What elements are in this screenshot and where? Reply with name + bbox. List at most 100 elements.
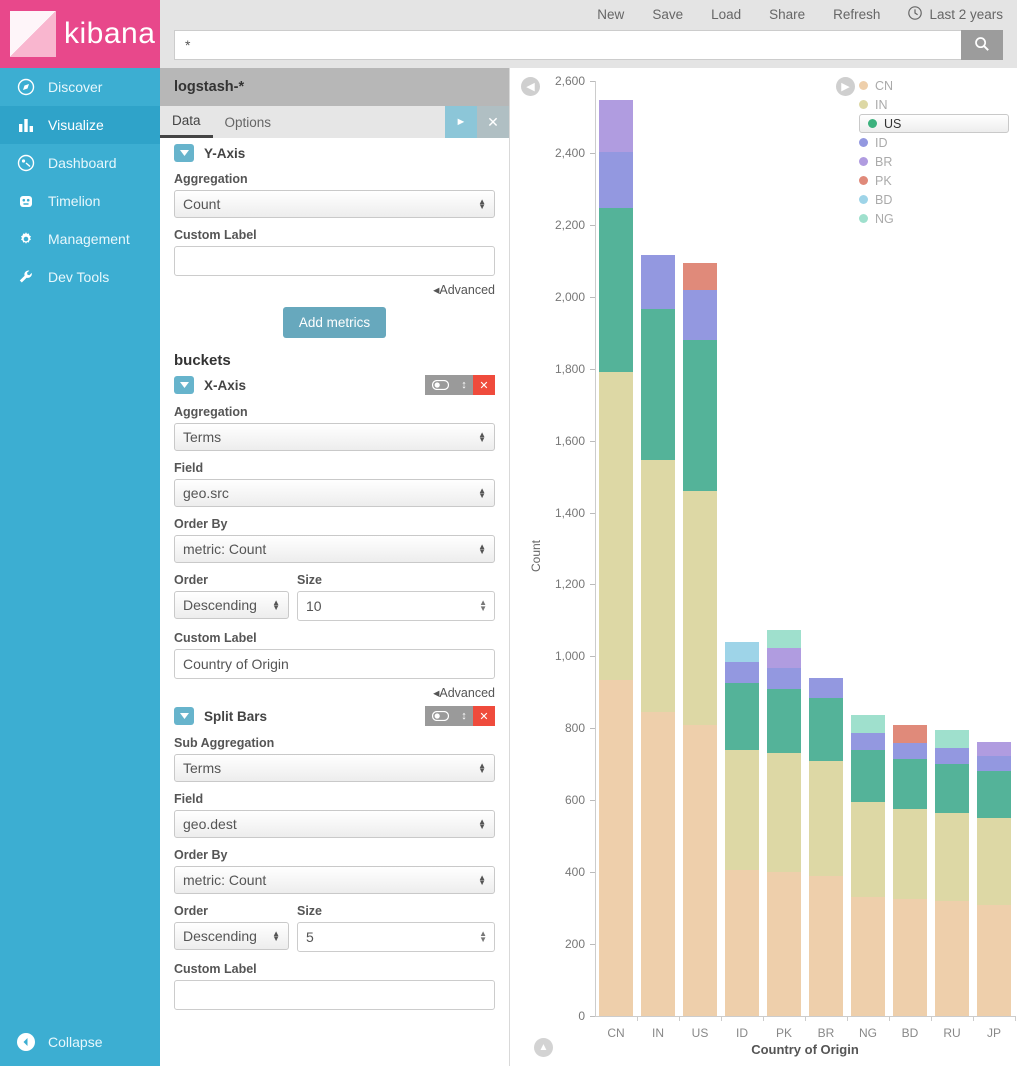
bar-segment-us[interactable]	[683, 340, 717, 491]
add-metrics-button[interactable]: Add metrics	[283, 307, 386, 338]
bar-segment-cn[interactable]	[851, 897, 885, 1016]
bar-segment-br[interactable]	[977, 742, 1011, 756]
move-splitbars-bucket-button[interactable]: ↕	[455, 706, 473, 726]
bar-stack-bd[interactable]	[893, 883, 927, 1016]
bar-segment-us[interactable]	[767, 689, 801, 754]
bar-segment-pk[interactable]	[683, 263, 717, 290]
splitbars-aggregation-select[interactable]: Terms ▲▼	[174, 754, 495, 782]
bar-segment-cn[interactable]	[977, 905, 1011, 1016]
tab-options[interactable]: Options	[213, 106, 284, 138]
bar-stack-ng[interactable]	[851, 881, 885, 1016]
bar-stack-cn[interactable]	[599, 100, 633, 1016]
remove-splitbars-bucket-button[interactable]: ✕	[473, 706, 495, 726]
search-button[interactable]	[961, 30, 1003, 60]
bar-segment-pk[interactable]	[893, 725, 927, 743]
bar-segment-in[interactable]	[851, 802, 885, 897]
bar-segment-in[interactable]	[599, 372, 633, 679]
bar-segment-cn[interactable]	[599, 680, 633, 1016]
bar-segment-cn[interactable]	[893, 899, 927, 1016]
tab-data[interactable]: Data	[160, 106, 213, 138]
time-picker-button[interactable]: Last 2 years	[908, 6, 1003, 23]
bucket-splitbars-header[interactable]: Split Bars ↕ ✕	[174, 706, 495, 726]
bar-segment-id[interactable]	[977, 756, 1011, 771]
bar-segment-in[interactable]	[641, 460, 675, 712]
bar-segment-us[interactable]	[935, 764, 969, 813]
bar-segment-cn[interactable]	[725, 870, 759, 1016]
bar-segment-id[interactable]	[767, 668, 801, 689]
nav-save-button[interactable]: Save	[652, 7, 683, 22]
xaxis-field-select[interactable]: geo.src ▲▼	[174, 479, 495, 507]
bar-segment-in[interactable]	[725, 750, 759, 870]
apply-changes-button[interactable]: ►	[445, 106, 477, 138]
nav-share-button[interactable]: Share	[769, 7, 805, 22]
bar-segment-id[interactable]	[641, 255, 675, 309]
bar-segment-in[interactable]	[935, 813, 969, 901]
bar-stack-ru[interactable]	[935, 885, 969, 1016]
bar-segment-in[interactable]	[809, 761, 843, 876]
bar-segment-us[interactable]	[725, 683, 759, 750]
bar-segment-ng[interactable]	[935, 730, 969, 748]
bar-segment-cn[interactable]	[935, 901, 969, 1016]
toggle-xaxis-enabled-button[interactable]	[425, 375, 455, 395]
bar-stack-br[interactable]	[809, 852, 843, 1016]
bar-segment-id[interactable]	[851, 733, 885, 750]
bar-segment-us[interactable]	[809, 698, 843, 761]
bar-segment-in[interactable]	[893, 809, 927, 899]
move-xaxis-bucket-button[interactable]: ↕	[455, 375, 473, 395]
bar-segment-ng[interactable]	[851, 715, 885, 732]
xaxis-advanced-toggle[interactable]: ◂Advanced	[174, 685, 495, 700]
remove-xaxis-bucket-button[interactable]: ✕	[473, 375, 495, 395]
number-stepper-icon[interactable]: ▲▼	[479, 931, 487, 943]
bar-segment-us[interactable]	[851, 750, 885, 802]
bar-segment-in[interactable]	[683, 491, 717, 725]
splitbars-orderby-select[interactable]: metric: Count ▲▼	[174, 866, 495, 894]
bucket-xaxis-header[interactable]: X-Axis ↕ ✕	[174, 375, 495, 395]
sidebar-item-dashboard[interactable]: Dashboard	[0, 144, 160, 182]
bar-segment-ng[interactable]	[767, 630, 801, 648]
bar-segment-us[interactable]	[641, 309, 675, 460]
nav-new-button[interactable]: New	[597, 7, 624, 22]
bar-segment-cn[interactable]	[641, 712, 675, 1016]
bar-segment-br[interactable]	[767, 648, 801, 668]
bar-segment-in[interactable]	[767, 753, 801, 872]
bar-segment-id[interactable]	[809, 678, 843, 698]
sidebar-collapse-button[interactable]: Collapse	[0, 1032, 160, 1052]
bar-segment-bd[interactable]	[725, 642, 759, 662]
bar-segment-in[interactable]	[977, 818, 1011, 904]
sidebar-item-dev-tools[interactable]: Dev Tools	[0, 258, 160, 296]
chevron-down-icon[interactable]	[174, 144, 194, 162]
bar-stack-id[interactable]	[725, 611, 759, 1016]
metric-yaxis-header[interactable]: Y-Axis	[174, 144, 495, 162]
xaxis-size-input[interactable]	[297, 591, 495, 621]
search-input[interactable]	[174, 30, 961, 60]
bar-segment-id[interactable]	[935, 748, 969, 764]
bar-stack-pk[interactable]	[767, 849, 801, 1016]
bar-stack-in[interactable]	[641, 173, 675, 1016]
bar-segment-cn[interactable]	[809, 876, 843, 1016]
metric-advanced-toggle[interactable]: ◂Advanced	[174, 282, 495, 297]
bar-stack-jp[interactable]	[977, 933, 1011, 1016]
toggle-splitbars-enabled-button[interactable]	[425, 706, 455, 726]
number-stepper-icon[interactable]: ▲▼	[479, 600, 487, 612]
nav-load-button[interactable]: Load	[711, 7, 741, 22]
bar-segment-cn[interactable]	[683, 725, 717, 1016]
xaxis-order-select[interactable]: Descending ▲▼	[174, 591, 289, 619]
metric-aggregation-select[interactable]: Count ▲▼	[174, 190, 495, 218]
chevron-down-icon[interactable]	[174, 376, 194, 394]
splitbars-custom-label-input[interactable]	[174, 980, 495, 1010]
nav-refresh-button[interactable]: Refresh	[833, 7, 880, 22]
bar-stack-us[interactable]	[683, 254, 717, 1016]
sidebar-item-discover[interactable]: Discover	[0, 68, 160, 106]
bar-segment-id[interactable]	[725, 662, 759, 684]
bar-segment-us[interactable]	[977, 771, 1011, 818]
splitbars-size-input[interactable]	[297, 922, 495, 952]
bar-segment-id[interactable]	[599, 152, 633, 208]
bar-segment-us[interactable]	[893, 759, 927, 809]
splitbars-field-select[interactable]: geo.dest ▲▼	[174, 810, 495, 838]
splitbars-order-select[interactable]: Descending ▲▼	[174, 922, 289, 950]
xaxis-aggregation-select[interactable]: Terms ▲▼	[174, 423, 495, 451]
xaxis-custom-label-input[interactable]	[174, 649, 495, 679]
bar-segment-us[interactable]	[599, 208, 633, 372]
xaxis-orderby-select[interactable]: metric: Count ▲▼	[174, 535, 495, 563]
bar-segment-id[interactable]	[893, 743, 927, 759]
